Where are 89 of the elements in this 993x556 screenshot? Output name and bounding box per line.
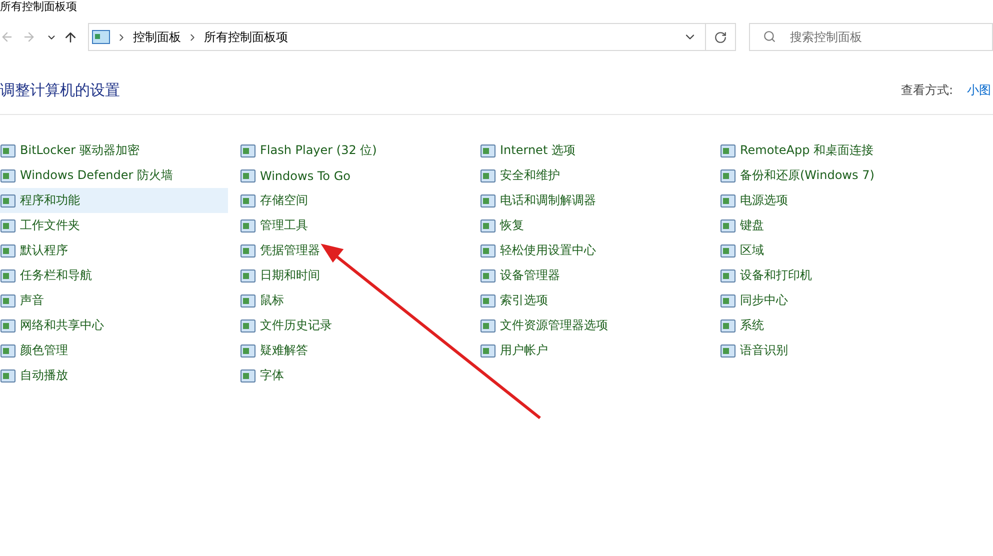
control-panel-item[interactable]: 电源选项 xyxy=(720,188,948,213)
control-panel-item[interactable]: 日期和时间 xyxy=(240,263,468,288)
control-panel-icon xyxy=(480,242,496,258)
control-panel-icon xyxy=(240,218,256,234)
control-panel-item[interactable]: 网络和共享中心 xyxy=(0,313,228,338)
control-panel-icon xyxy=(720,242,736,258)
control-panel-item[interactable]: 鼠标 xyxy=(240,288,468,313)
refresh-icon xyxy=(714,30,727,44)
control-panel-icon xyxy=(720,318,736,334)
control-panel-icon xyxy=(92,30,110,44)
control-panel-item[interactable]: 设备和打印机 xyxy=(720,263,948,288)
view-mode-link[interactable]: 小图 xyxy=(967,82,991,98)
control-panel-item[interactable]: Flash Player (32 位) xyxy=(240,138,468,163)
control-panel-icon xyxy=(720,268,736,284)
address-bar[interactable]: 控制面板 所有控制面板项 xyxy=(88,23,706,51)
control-panel-item[interactable]: 区域 xyxy=(720,238,948,263)
control-panel-item[interactable]: 用户帐户 xyxy=(480,338,708,363)
control-panel-item[interactable]: 备份和还原(Windows 7) xyxy=(720,163,948,188)
control-panel-item[interactable]: 键盘 xyxy=(720,213,948,238)
control-panel-icon xyxy=(480,342,496,358)
control-panel-icon xyxy=(720,142,736,158)
control-panel-item[interactable]: 恢复 xyxy=(480,213,708,238)
control-panel-icon xyxy=(480,168,496,184)
control-panel-item[interactable]: 系统 xyxy=(720,313,948,338)
control-panel-icon xyxy=(240,192,256,208)
control-panel-item[interactable]: 程序和功能 xyxy=(0,188,228,213)
control-panel-item[interactable]: 索引选项 xyxy=(480,288,708,313)
window-title: 所有控制面板项 xyxy=(0,0,77,12)
control-panel-icon xyxy=(480,142,496,158)
control-panel-item[interactable]: BitLocker 驱动器加密 xyxy=(0,138,228,163)
control-panel-item[interactable]: Windows Defender 防火墙 xyxy=(0,163,228,188)
control-panel-icon xyxy=(240,368,256,384)
control-panel-item[interactable]: 语音识别 xyxy=(720,338,948,363)
control-panel-item[interactable]: 声音 xyxy=(0,288,228,313)
control-panel-icon xyxy=(240,318,256,334)
control-panel-icon xyxy=(0,292,16,308)
control-panel-icon xyxy=(240,142,256,158)
control-panel-icon xyxy=(240,342,256,358)
control-panel-item[interactable]: 安全和维护 xyxy=(480,163,708,188)
breadcrumb[interactable]: 所有控制面板项 xyxy=(204,28,288,46)
control-panel-icon xyxy=(0,318,16,334)
control-panel-item[interactable]: 凭据管理器 xyxy=(240,238,468,263)
control-panel-icon xyxy=(720,218,736,234)
control-panel-icon xyxy=(480,218,496,234)
control-panel-item[interactable]: 疑难解答 xyxy=(240,338,468,363)
search-icon xyxy=(763,30,776,43)
control-panel-icon xyxy=(0,268,16,284)
control-panel-item[interactable]: Windows To Go xyxy=(240,163,468,188)
control-panel-icon xyxy=(480,292,496,308)
control-panel-item[interactable]: 轻松使用设置中心 xyxy=(480,238,708,263)
control-panel-item[interactable]: 工作文件夹 xyxy=(0,213,228,238)
control-panel-item[interactable]: 存储空间 xyxy=(240,188,468,213)
control-panel-item[interactable]: 任务栏和导航 xyxy=(0,263,228,288)
control-panel-item[interactable]: Internet 选项 xyxy=(480,138,708,163)
breadcrumb[interactable]: 控制面板 xyxy=(133,28,181,46)
control-panel-icon xyxy=(0,192,16,208)
control-panel-item[interactable]: 电话和调制解调器 xyxy=(480,188,708,213)
control-panel-icon xyxy=(0,168,16,184)
control-panel-icon xyxy=(480,268,496,284)
control-panel-item[interactable]: 字体 xyxy=(240,363,468,388)
control-panel-icon xyxy=(0,342,16,358)
control-panel-icon xyxy=(240,268,256,284)
forward-arrow-icon xyxy=(22,30,36,44)
control-panel-icon xyxy=(240,168,256,184)
refresh-button[interactable] xyxy=(706,23,736,51)
control-panel-icon xyxy=(0,368,16,384)
control-panel-item[interactable]: 同步中心 xyxy=(720,288,948,313)
control-panel-item[interactable]: 设备管理器 xyxy=(480,263,708,288)
control-panel-icon xyxy=(720,342,736,358)
view-label: 查看方式: xyxy=(900,82,953,98)
control-panel-icon xyxy=(720,292,736,308)
control-panel-icon xyxy=(0,142,16,158)
control-panel-item[interactable]: 管理工具 xyxy=(240,213,468,238)
control-panel-item[interactable]: 默认程序 xyxy=(0,238,228,263)
search-field[interactable]: 搜索控制面板 xyxy=(749,23,993,51)
control-panel-item[interactable]: 文件历史记录 xyxy=(240,313,468,338)
control-panel-icon xyxy=(0,218,16,234)
control-panel-item[interactable]: RemoteApp 和桌面连接 xyxy=(720,138,948,163)
control-panel-item[interactable]: 颜色管理 xyxy=(0,338,228,363)
control-panel-item[interactable]: 自动播放 xyxy=(0,363,228,388)
control-panel-icon xyxy=(720,168,736,184)
control-panel-icon xyxy=(480,318,496,334)
page-heading: 调整计算机的设置 xyxy=(0,80,120,100)
control-panel-icon xyxy=(480,192,496,208)
control-panel-icon xyxy=(240,292,256,308)
control-panel-icon xyxy=(0,242,16,258)
control-panel-item[interactable]: 文件资源管理器选项 xyxy=(480,313,708,338)
control-panel-icon xyxy=(240,242,256,258)
control-panel-icon xyxy=(720,192,736,208)
